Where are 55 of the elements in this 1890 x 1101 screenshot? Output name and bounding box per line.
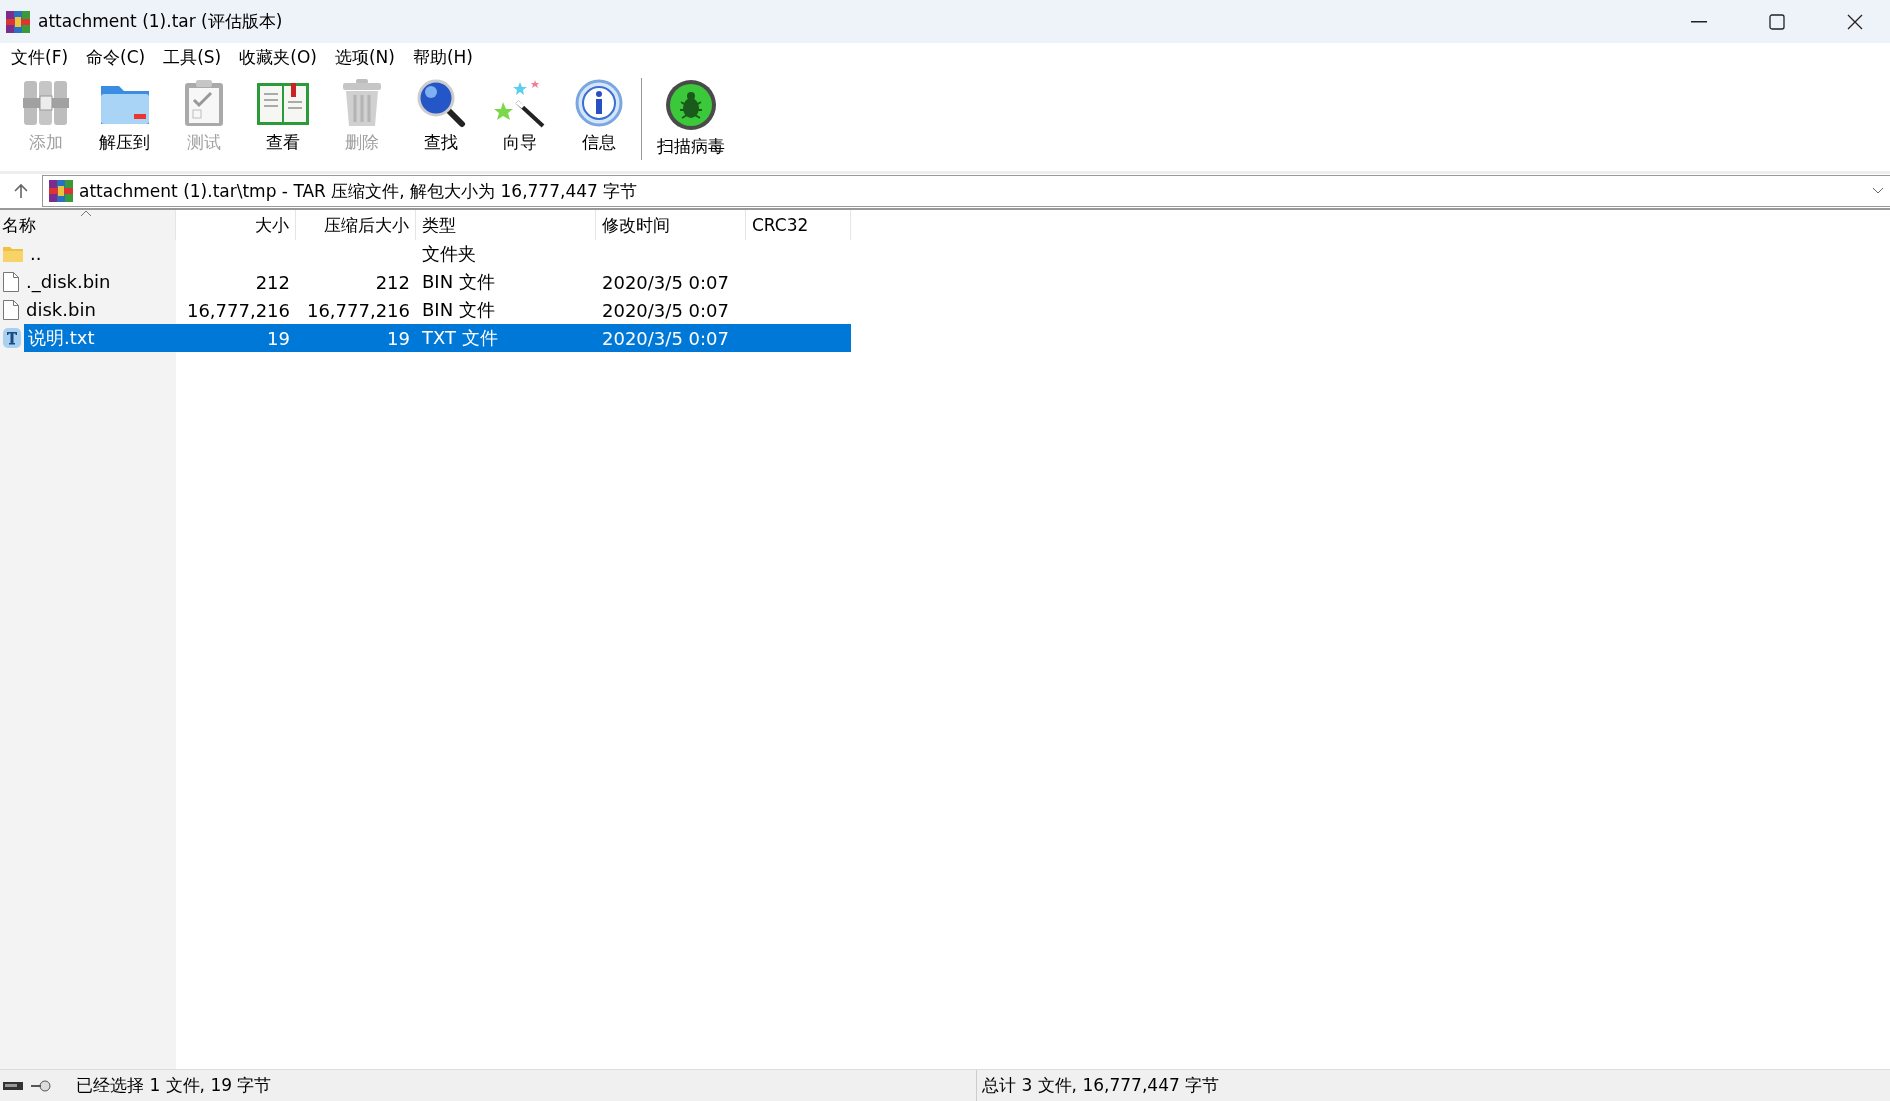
up-arrow-icon — [14, 183, 28, 199]
toolbar-button[interactable]: 解压到 — [85, 78, 164, 154]
magnifier-icon — [415, 78, 466, 128]
file-size: 19 — [267, 327, 290, 349]
window-title: attachment (1).tar (评估版本) — [38, 10, 284, 33]
close-icon — [1847, 13, 1863, 30]
archive-logo-icon — [6, 10, 30, 33]
modified-time: 2020/3/5 0:07 — [602, 327, 729, 349]
file-size: 212 — [255, 271, 290, 293]
toolbar-button[interactable]: 查找 — [401, 78, 480, 154]
file-row[interactable]: .. 文件夹 — [0, 240, 851, 268]
file-type: BIN 文件 — [422, 270, 495, 294]
dropdown-caret-icon — [1872, 187, 1884, 195]
file-type: TXT 文件 — [422, 326, 498, 350]
file-size: 16,777,216 — [186, 299, 290, 321]
file-row[interactable]: 说明.txt 19 19 TXT 文件 2020/3/5 0:07 — [0, 324, 851, 352]
info-icon — [573, 78, 624, 128]
file-name[interactable]: ._disk.bin — [24, 269, 113, 295]
drive-icon — [2, 1079, 24, 1092]
menu-item[interactable]: 文件(F) — [2, 44, 78, 71]
menu-item[interactable]: 选项(N) — [325, 44, 404, 71]
packed-size: 19 — [387, 327, 410, 349]
menu-item[interactable]: 命令(C) — [77, 44, 155, 71]
status-text: 总计 3 文件, 16,777,447 字节 — [981, 1074, 1220, 1097]
address-field[interactable]: attachment (1).tar\tmp - TAR 压缩文件, 解包大小为 16,777,447 字节 — [42, 175, 1890, 207]
archive-icon — [49, 180, 73, 202]
toolbar-button[interactable]: 扫描病毒 — [645, 78, 737, 158]
status-text: 已经选择 1 文件, 19 字节 — [75, 1074, 272, 1097]
file-type: BIN 文件 — [422, 298, 495, 322]
text-file-icon — [2, 327, 22, 349]
menu-item[interactable]: 收藏夹(O) — [230, 44, 326, 71]
file-name[interactable]: 说明.txt — [26, 325, 97, 351]
packed-size: 16,777,216 — [306, 299, 410, 321]
maximize-icon — [1769, 13, 1785, 30]
toolbar-button[interactable]: 查看 — [243, 78, 322, 154]
toolbar-button[interactable]: 向导 — [480, 78, 559, 154]
key-icon — [30, 1078, 52, 1093]
file-icon — [2, 271, 20, 293]
bug-icon — [664, 78, 718, 132]
folder-icon — [2, 245, 24, 263]
magic-wand-icon — [492, 78, 547, 128]
menu-item[interactable]: 工具(S) — [154, 44, 231, 71]
file-icon — [2, 299, 20, 321]
file-type: 文件夹 — [422, 242, 476, 266]
menu-item[interactable]: 帮助(H) — [403, 44, 482, 71]
minimize-icon — [1691, 20, 1707, 23]
file-name[interactable]: disk.bin — [24, 297, 98, 323]
toolbar-button[interactable]: 信息 — [559, 78, 638, 154]
modified-time: 2020/3/5 0:07 — [602, 271, 729, 293]
binder-icon — [20, 78, 71, 128]
packed-size: 212 — [375, 271, 410, 293]
file-row[interactable]: disk.bin 16,777,216 16,777,216 BIN 文件 2020/3/5 0:07 — [0, 296, 851, 324]
modified-time: 2020/3/5 0:07 — [602, 299, 729, 321]
file-row[interactable]: ._disk.bin 212 212 BIN 文件 2020/3/5 0:07 — [0, 268, 851, 296]
file-name[interactable]: .. — [28, 241, 44, 267]
